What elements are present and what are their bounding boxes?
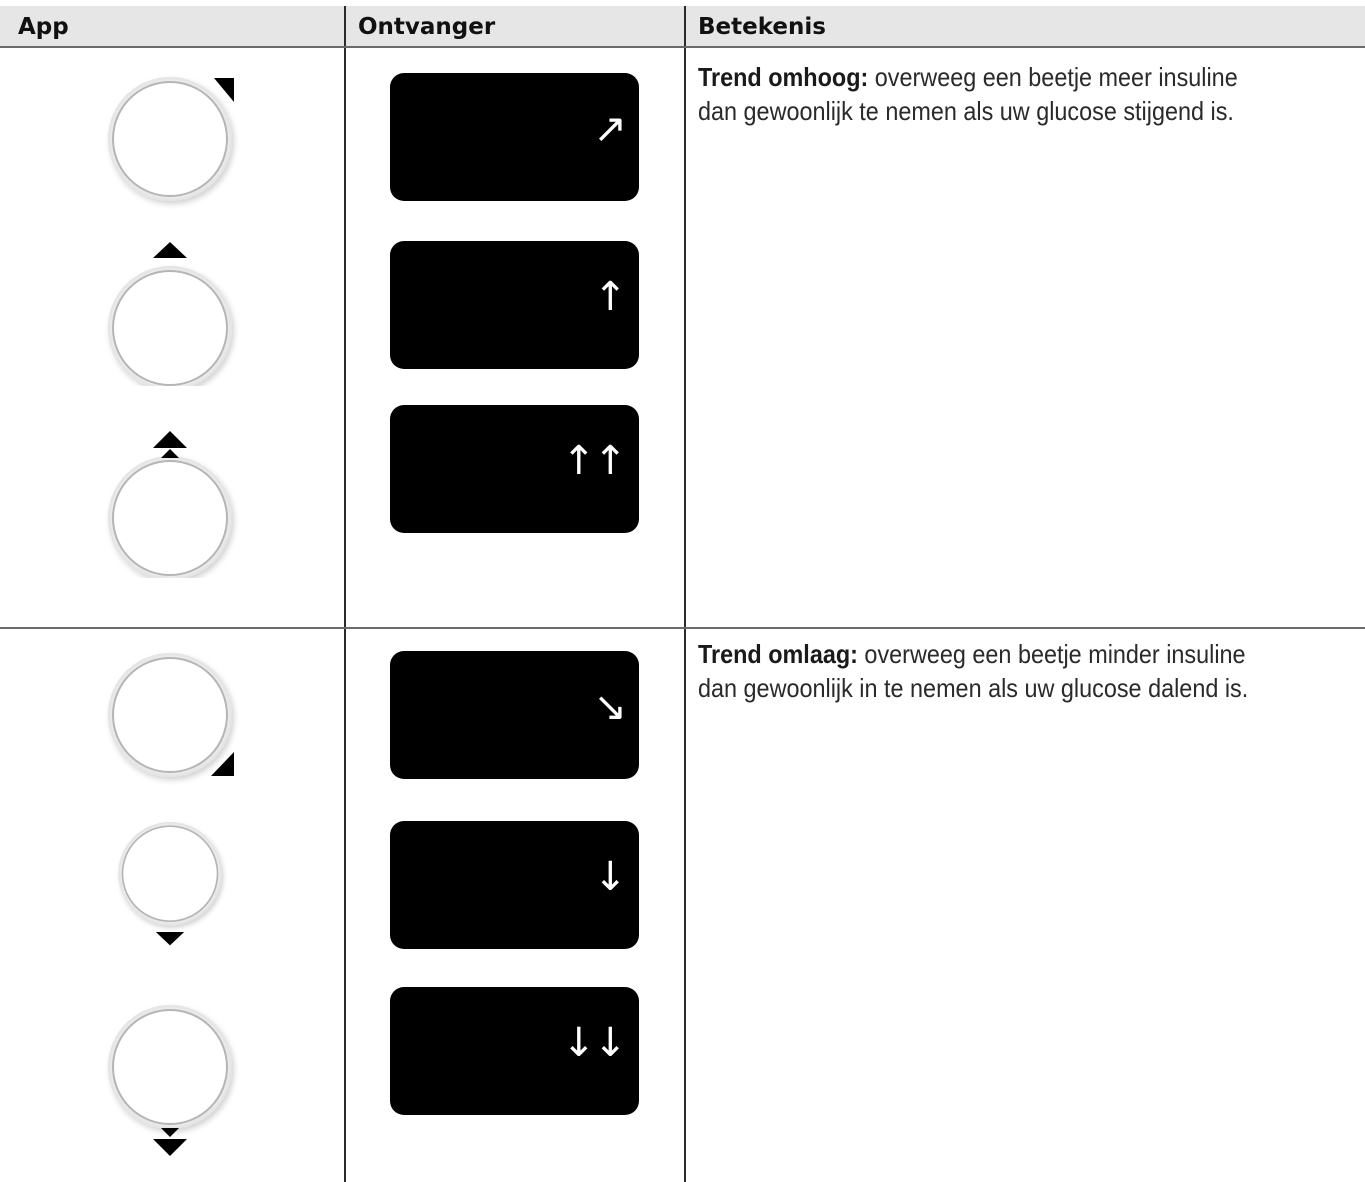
receiver-screen: ↗ (390, 73, 639, 201)
arrow-up-icon: ↑ (593, 274, 627, 320)
receiver-screen: ↑↑ (390, 405, 639, 533)
trend-down-diagonal-icon (108, 653, 234, 777)
trend-up-diagonal-icon (108, 77, 234, 201)
column-divider (344, 6, 346, 1182)
row-divider (0, 627, 1365, 629)
meaning-title: Trend omlaag: (698, 639, 858, 669)
arrow-double-up-icon: ↑↑ (561, 438, 627, 484)
trend-down-icon (118, 822, 222, 946)
row-divider (0, 46, 1365, 48)
header-app: App (18, 14, 69, 40)
meaning-trend-up: Trend omhoog: overweeg een beetje meer i… (698, 60, 1274, 128)
receiver-screen: ↓ (390, 821, 639, 949)
receiver-screen: ↘ (390, 651, 639, 779)
meaning-title: Trend omhoog: (698, 62, 869, 92)
trend-arrow-table: App Ontvanger Betekenis ↗ ↑ ↑↑ Trend omh… (0, 0, 1365, 1182)
meaning-trend-down: Trend omlaag: overweeg een beetje minder… (698, 637, 1274, 705)
arrow-down-right-icon: ↘ (593, 684, 627, 730)
table-header (0, 6, 1365, 46)
trend-down-double-icon (108, 1005, 232, 1156)
trend-up-icon (108, 242, 232, 386)
header-meaning: Betekenis (698, 14, 826, 40)
trend-up-double-icon (108, 431, 232, 578)
arrow-down-icon: ↓ (593, 854, 627, 900)
header-receiver: Ontvanger (358, 14, 496, 40)
arrow-up-right-icon: ↗ (593, 106, 627, 152)
receiver-screen: ↓↓ (390, 987, 639, 1115)
receiver-screen: ↑ (390, 241, 639, 369)
column-divider (684, 6, 686, 1182)
arrow-double-down-icon: ↓↓ (561, 1020, 627, 1066)
